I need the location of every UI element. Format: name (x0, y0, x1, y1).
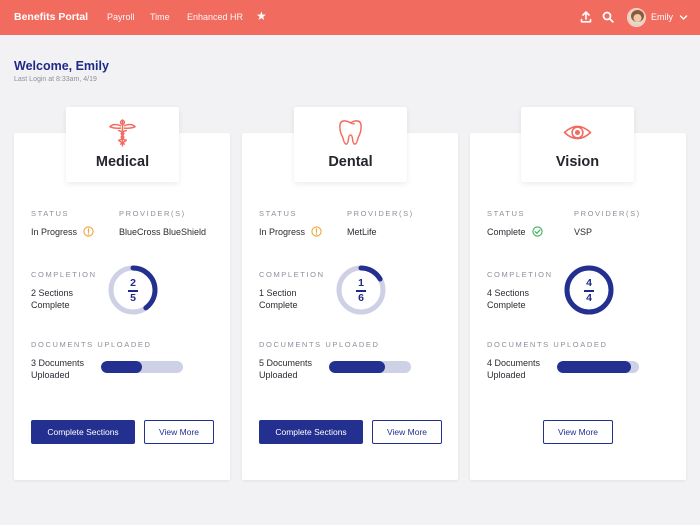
card-title: Vision (555, 154, 600, 170)
completion-fraction: 2 5 (107, 278, 159, 304)
complete-sections-button[interactable]: Complete Sections (31, 420, 135, 444)
completion-fraction: 1 6 (335, 278, 387, 304)
last-login-text: Last Login at 8:33am, 4/19 (14, 76, 97, 83)
completion-fraction: 4 4 (563, 278, 615, 304)
total-count: 5 (130, 291, 136, 304)
page-title: Welcome, Emily (14, 59, 109, 73)
search-icon[interactable] (602, 11, 614, 23)
nav-time[interactable]: Time (150, 12, 170, 22)
card-title: Medical (95, 154, 150, 170)
status-label: STATUS (487, 209, 526, 218)
avatar-image (628, 9, 645, 26)
nav-enhanced-hr[interactable]: Enhanced HR (187, 12, 243, 22)
completion-text-line2: Complete (31, 300, 70, 310)
completion-label: COMPLETION (259, 270, 325, 279)
completion-text-line1: 1 Section (259, 288, 297, 298)
status-label: STATUS (259, 209, 298, 218)
total-count: 6 (358, 291, 364, 304)
status-value: Complete (487, 227, 526, 237)
documents-progress-bar (329, 361, 411, 373)
providers-label: PROVIDER(S) (119, 209, 186, 218)
documents-label: DOCUMENTS UPLOADED (259, 340, 380, 349)
view-more-button[interactable]: View More (144, 420, 214, 444)
providers-label: PROVIDER(S) (347, 209, 414, 218)
complete-sections-button[interactable]: Complete Sections (259, 420, 363, 444)
caduceus-icon (109, 119, 136, 147)
vision-badge: Vision (521, 107, 634, 182)
documents-text-line1: 4 Documents (487, 358, 541, 368)
documents-progress-fill (557, 361, 631, 373)
documents-text-line2: Uploaded (31, 370, 70, 380)
completion-label: COMPLETION (487, 270, 553, 279)
documents-label: DOCUMENTS UPLOADED (31, 340, 152, 349)
documents-text-line2: Uploaded (487, 370, 526, 380)
status-value: In Progress (31, 227, 78, 237)
top-bar: Benefits Portal Payroll Time Enhanced HR… (0, 0, 700, 35)
card-title: Dental (328, 154, 373, 170)
completion-text-line2: Complete (259, 300, 298, 310)
vision-card: STATUS PROVIDER(S) Complete VSP COMPLETI… (470, 133, 686, 480)
view-more-button[interactable]: View More (372, 420, 442, 444)
documents-progress-bar (557, 361, 639, 373)
completion-text-line1: 2 Sections (31, 288, 74, 298)
status-value: In Progress (259, 227, 306, 237)
documents-label: DOCUMENTS UPLOADED (487, 340, 608, 349)
documents-text-line1: 5 Documents (259, 358, 313, 368)
completion-label: COMPLETION (31, 270, 97, 279)
info-icon (311, 226, 322, 237)
eye-icon (563, 125, 592, 140)
documents-text-line1: 3 Documents (31, 358, 85, 368)
documents-progress-bar (101, 361, 183, 373)
dental-badge: Dental (294, 107, 407, 182)
dental-card: STATUS PROVIDER(S) In Progress MetLife C… (242, 133, 458, 480)
completed-count: 2 (130, 277, 136, 289)
status-label: STATUS (31, 209, 70, 218)
upload-icon[interactable] (580, 11, 592, 23)
documents-progress-fill (329, 361, 385, 373)
provider-value: MetLife (347, 227, 377, 237)
nav-payroll[interactable]: Payroll (107, 12, 135, 22)
providers-label: PROVIDER(S) (574, 209, 641, 218)
completed-count: 4 (586, 277, 592, 289)
check-circle-icon (532, 226, 543, 237)
documents-text-line2: Uploaded (259, 370, 298, 380)
brand-logo[interactable]: Benefits Portal (14, 11, 88, 23)
total-count: 4 (586, 291, 592, 304)
completed-count: 1 (358, 277, 364, 289)
medical-card: STATUS PROVIDER(S) In Progress BlueCross… (14, 133, 230, 480)
provider-value: VSP (574, 227, 593, 237)
chevron-down-icon[interactable] (679, 13, 688, 22)
info-icon (83, 226, 94, 237)
avatar[interactable] (627, 8, 646, 27)
completion-text-line1: 4 Sections (487, 288, 530, 298)
tooth-icon (339, 120, 362, 145)
documents-progress-fill (101, 361, 142, 373)
provider-value: BlueCross BlueShield (119, 227, 207, 237)
user-name[interactable]: Emily (651, 12, 673, 22)
medical-badge: Medical (66, 107, 179, 182)
view-more-button[interactable]: View More (543, 420, 613, 444)
star-icon[interactable]: ★ (256, 10, 267, 22)
completion-text-line2: Complete (487, 300, 526, 310)
